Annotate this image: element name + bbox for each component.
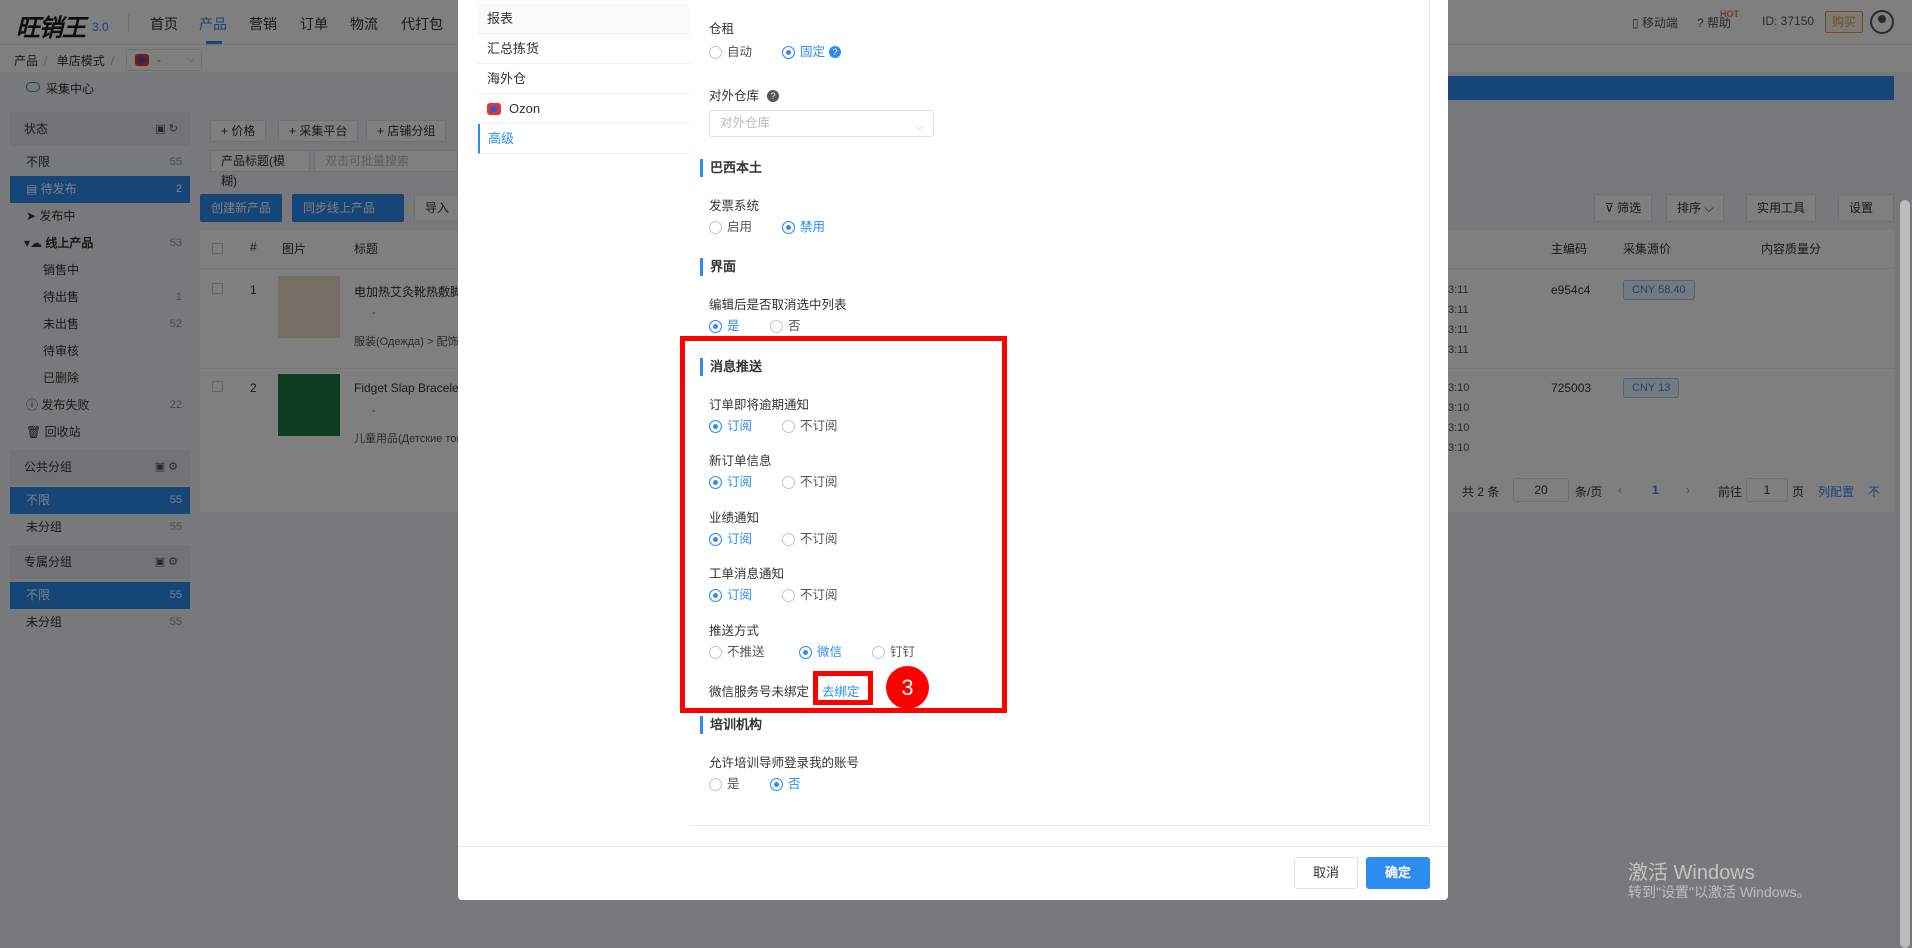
modal-nav: 报表 汇总拣货 海外仓 Ozon 高级 — [478, 0, 691, 154]
ozon-icon — [487, 103, 501, 115]
rent-label: 仓租 — [709, 22, 735, 36]
invoice-label: 发票系统 — [709, 199, 760, 213]
step-badge: 3 — [886, 666, 929, 709]
invoice-disable-radio[interactable]: 禁用 — [782, 220, 825, 235]
modal-nav-picking[interactable]: 汇总拣货 — [478, 34, 691, 64]
highlight-message-push — [680, 336, 1007, 713]
windows-watermark-sub: 转到"设置"以激活 Windows。 — [1628, 884, 1811, 900]
section-training: 培训机构 — [700, 716, 762, 734]
windows-watermark: 激活 Windows — [1628, 862, 1755, 884]
deselect-label: 编辑后是否取消选中列表 — [709, 298, 847, 312]
modal-nav-overseas[interactable]: 海外仓 — [478, 64, 691, 94]
divider — [458, 846, 1448, 847]
section-ui: 界面 — [700, 258, 736, 276]
modal-nav-advanced[interactable]: 高级 — [478, 124, 691, 154]
confirm-button[interactable]: 确定 — [1366, 857, 1430, 889]
training-yes-radio[interactable]: 是 — [709, 777, 740, 792]
modal-nav-ozon[interactable]: Ozon — [478, 94, 691, 124]
rent-fixed-radio[interactable]: 固定? — [782, 45, 842, 60]
chevron-down-icon: ⌵ — [915, 122, 923, 133]
rent-auto-radio[interactable]: 自动 — [709, 45, 752, 60]
training-no-radio[interactable]: 否 — [770, 777, 801, 792]
deselect-yes-radio[interactable]: 是 — [709, 319, 740, 334]
section-brazil: 巴西本土 — [700, 159, 762, 177]
ext-warehouse-select[interactable]: 对外仓库 ⌵ — [709, 110, 934, 137]
training-label: 允许培训导师登录我的账号 — [709, 756, 860, 770]
invoice-enable-radio[interactable]: 启用 — [709, 220, 752, 235]
page-scrollbar[interactable] — [1900, 200, 1910, 948]
help-icon[interactable]: ? — [767, 90, 780, 102]
modal-nav-report[interactable]: 报表 — [478, 4, 691, 34]
deselect-no-radio[interactable]: 否 — [770, 319, 801, 334]
ext-warehouse-label: 对外仓库? — [709, 85, 780, 104]
app-window: 旺销王 3.0 首页 产品 营销 订单 物流 代打包 ▯ 移动端 HOT ? 帮… — [0, 0, 1912, 948]
highlight-go-bind — [813, 671, 873, 705]
cancel-button[interactable]: 取消 — [1294, 857, 1358, 889]
help-icon[interactable]: ? — [829, 46, 842, 58]
